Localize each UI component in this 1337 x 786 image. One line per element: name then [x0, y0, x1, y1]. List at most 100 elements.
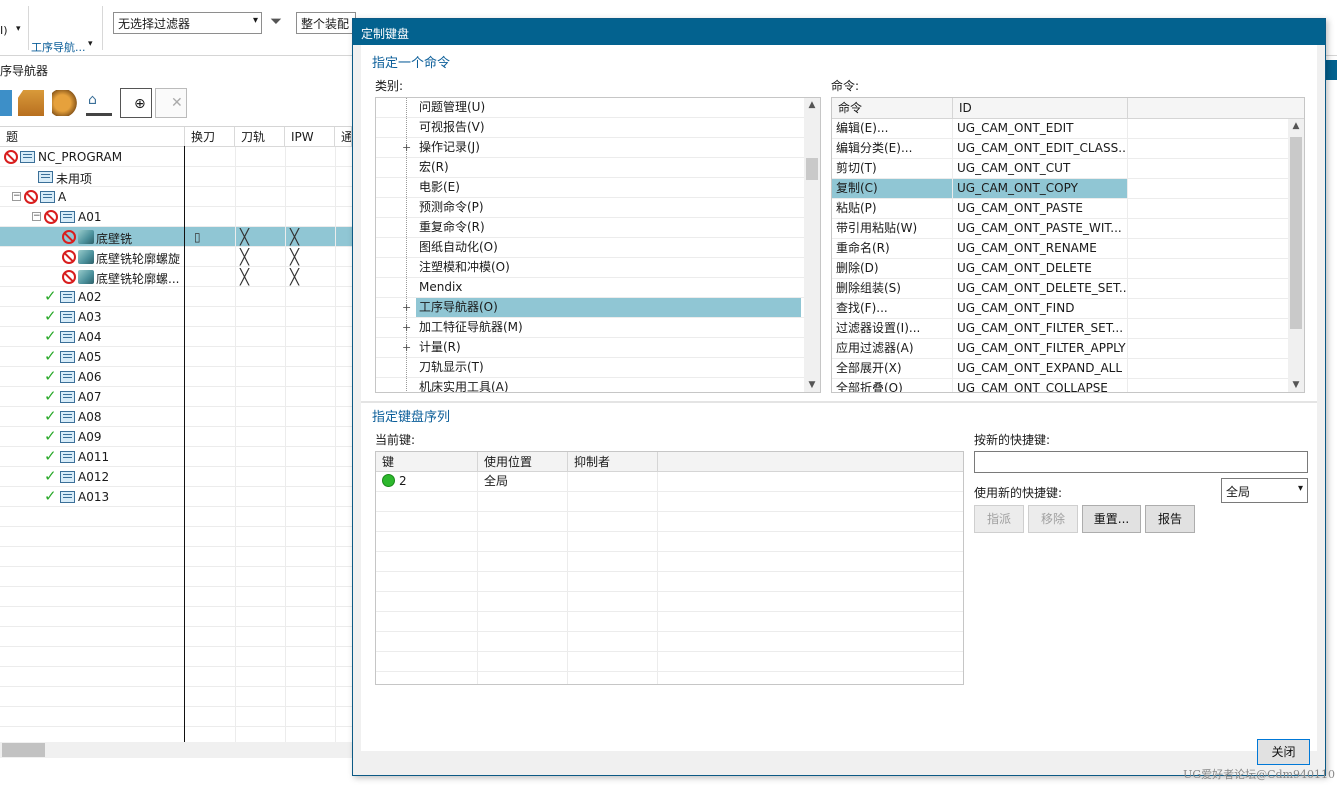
- category-item[interactable]: 问题管理(U): [376, 98, 804, 118]
- id-column-header[interactable]: ID: [953, 98, 1128, 119]
- navigator-row[interactable]: − A: [0, 187, 352, 207]
- column-header-path[interactable]: 通: [335, 127, 352, 147]
- expand-icon[interactable]: +: [402, 138, 411, 157]
- navigator-row[interactable]: ✓ A07: [0, 387, 352, 407]
- navigator-row[interactable]: ✓ A03: [0, 307, 352, 327]
- navigator-row[interactable]: ✓ A012: [0, 467, 352, 487]
- reset-button[interactable]: 重置...: [1082, 505, 1141, 533]
- command-row[interactable]: 剪切(T) UG_CAM_ONT_CUT: [832, 159, 1288, 179]
- category-item[interactable]: 机床实用工具(A): [376, 378, 804, 392]
- navigator-row[interactable]: 底壁铣 ▯ ╳ ╳: [0, 227, 352, 247]
- column-header-toolpath[interactable]: 刀轨: [235, 127, 285, 147]
- column-header-tool-change[interactable]: 换刀: [185, 127, 235, 147]
- scope-select[interactable]: 全局 ▾: [1221, 478, 1308, 503]
- remove-button[interactable]: 移除: [1028, 505, 1078, 533]
- category-item[interactable]: 电影(E): [376, 178, 804, 198]
- command-row[interactable]: 应用过滤器(A) UG_CAM_ONT_FILTER_APPLY: [832, 339, 1288, 359]
- scroll-down-icon[interactable]: ▼: [804, 380, 820, 390]
- toolbar-partial-label[interactable]: I): [0, 24, 8, 37]
- category-item[interactable]: + 计量(R): [376, 338, 804, 358]
- section-specify-command[interactable]: 指定一个命令: [372, 52, 450, 71]
- scroll-down-icon[interactable]: ▼: [1288, 380, 1304, 390]
- navigator-row[interactable]: ✓ A04: [0, 327, 352, 347]
- create-program-icon[interactable]: ⊕: [120, 88, 152, 118]
- new-shortcut-input[interactable]: [974, 451, 1308, 473]
- command-row[interactable]: 粘贴(P) UG_CAM_ONT_PASTE: [832, 199, 1288, 219]
- navigator-row[interactable]: ✓ A02: [0, 287, 352, 307]
- column-header-ipw[interactable]: IPW: [285, 127, 335, 147]
- navigator-row[interactable]: NC_PROGRAM: [0, 147, 352, 167]
- command-vertical-scrollbar[interactable]: ▲ ▼: [1288, 119, 1304, 392]
- command-row[interactable]: 复制(C) UG_CAM_ONT_COPY: [832, 179, 1288, 199]
- navigator-row[interactable]: 未用项: [0, 167, 352, 187]
- close-button[interactable]: 关闭: [1257, 739, 1310, 765]
- command-scrollbar-thumb[interactable]: [1290, 137, 1302, 329]
- geometry-view-icon[interactable]: [52, 90, 78, 116]
- section-keyboard-sequence[interactable]: 指定键盘序列: [372, 406, 450, 425]
- assembly-scope-combo[interactable]: 整个装配: [296, 12, 356, 34]
- category-item[interactable]: 可视报告(V): [376, 118, 804, 138]
- selection-filter-combo[interactable]: 无选择过滤器 ▾: [113, 12, 262, 34]
- navigator-row[interactable]: 底壁铣轮廓螺旋 ╳ ╳: [0, 247, 352, 267]
- category-item[interactable]: Mendix: [376, 278, 804, 298]
- program-view-icon[interactable]: [0, 90, 12, 116]
- category-item[interactable]: + 加工特征导航器(M): [376, 318, 804, 338]
- expand-icon[interactable]: +: [402, 338, 411, 357]
- category-item[interactable]: + 操作记录(J): [376, 138, 804, 158]
- category-vertical-scrollbar[interactable]: ▲ ▼: [804, 98, 820, 392]
- command-row[interactable]: 全部展开(X) UG_CAM_ONT_EXPAND_ALL: [832, 359, 1288, 379]
- command-table[interactable]: 命令 ID 编辑(E)... UG_CAM_ONT_EDIT 编辑分类(E)... U…: [831, 97, 1305, 393]
- command-row[interactable]: 带引用粘贴(W) UG_CAM_ONT_PASTE_WIT...: [832, 219, 1288, 239]
- category-tree[interactable]: 问题管理(U) 可视报告(V) + 操作记录(J) 宏(R) 电影(E) 预测命令(P) 重复…: [375, 97, 821, 393]
- command-row[interactable]: 全部折叠(O) UG_CAM_ONT_COLLAPSE: [832, 379, 1288, 392]
- navigator-row[interactable]: 底壁铣轮廓螺... ╳ ╳: [0, 267, 352, 287]
- command-row[interactable]: 编辑(E)... UG_CAM_ONT_EDIT: [832, 119, 1288, 139]
- command-row[interactable]: 编辑分类(E)... UG_CAM_ONT_EDIT_CLASS...: [832, 139, 1288, 159]
- column-header-name[interactable]: 题: [0, 127, 185, 147]
- navigator-row[interactable]: ✓ A011: [0, 447, 352, 467]
- navigator-row[interactable]: ✓ A08: [0, 407, 352, 427]
- navigator-row[interactable]: ✓ A05: [0, 347, 352, 367]
- category-item[interactable]: 重复命令(R): [376, 218, 804, 238]
- collapse-icon[interactable]: −: [12, 192, 21, 201]
- category-item[interactable]: 预测命令(P): [376, 198, 804, 218]
- command-row[interactable]: 删除组装(S) UG_CAM_ONT_DELETE_SET...: [832, 279, 1288, 299]
- horizontal-scrollbar-thumb[interactable]: [2, 743, 45, 757]
- report-button[interactable]: 报告: [1145, 505, 1195, 533]
- category-item[interactable]: 图纸自动化(O): [376, 238, 804, 258]
- location-column-header[interactable]: 使用位置: [478, 452, 568, 472]
- category-scrollbar-thumb[interactable]: [806, 158, 818, 180]
- chevron-down-icon[interactable]: ▾: [16, 24, 21, 34]
- command-row[interactable]: 查找(F)... UG_CAM_ONT_FIND: [832, 299, 1288, 319]
- dialog-title[interactable]: 定制键盘: [353, 19, 1325, 45]
- filter-funnel-icon[interactable]: ⏷: [270, 12, 282, 30]
- operation-navigator-menu[interactable]: 工序导航...: [31, 39, 86, 55]
- suppressor-column-header[interactable]: 抑制者: [568, 452, 658, 472]
- expand-icon[interactable]: +: [402, 298, 411, 317]
- category-item[interactable]: 宏(R): [376, 158, 804, 178]
- current-keys-table[interactable]: 键 使用位置 抑制者 2 全局: [375, 451, 964, 685]
- scroll-up-icon[interactable]: ▲: [804, 100, 820, 110]
- navigator-row[interactable]: ✓ A013: [0, 487, 352, 507]
- horizontal-scrollbar[interactable]: [0, 742, 352, 758]
- command-row[interactable]: 过滤器设置(I)... UG_CAM_ONT_FILTER_SET...: [832, 319, 1288, 339]
- category-item[interactable]: 刀轨显示(T): [376, 358, 804, 378]
- key-row[interactable]: 2 全局: [376, 472, 963, 492]
- category-item[interactable]: 注塑模和冲模(O): [376, 258, 804, 278]
- category-item[interactable]: + 工序导航器(O): [376, 298, 804, 318]
- command-row[interactable]: 删除(D) UG_CAM_ONT_DELETE: [832, 259, 1288, 279]
- expand-icon[interactable]: +: [402, 318, 411, 337]
- navigator-row[interactable]: − A01: [0, 207, 352, 227]
- navigator-row[interactable]: ✓ A09: [0, 427, 352, 447]
- chevron-down-icon[interactable]: ▾: [88, 39, 93, 49]
- method-view-icon[interactable]: ⌂: [86, 90, 112, 116]
- navigator-row[interactable]: ✓ A06: [0, 367, 352, 387]
- collapse-icon[interactable]: −: [32, 212, 41, 221]
- command-row[interactable]: 重命名(R) UG_CAM_ONT_RENAME: [832, 239, 1288, 259]
- command-column-header[interactable]: 命令: [832, 98, 953, 119]
- assign-button[interactable]: 指派: [974, 505, 1024, 533]
- scroll-up-icon[interactable]: ▲: [1288, 121, 1304, 131]
- delete-program-icon[interactable]: ✕: [155, 88, 187, 118]
- key-column-header[interactable]: 键: [376, 452, 478, 472]
- machine-view-icon[interactable]: [18, 90, 44, 116]
